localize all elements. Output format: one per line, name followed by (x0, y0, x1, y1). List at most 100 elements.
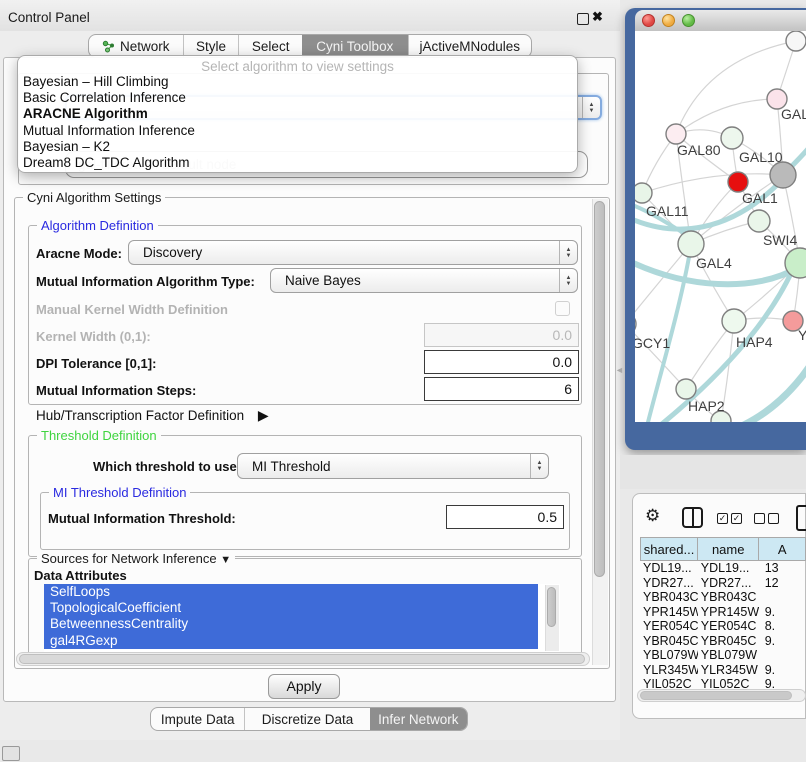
cyni-settings-legend: Cyni Algorithm Settings (23, 190, 165, 205)
collapsed-panel-icon[interactable] (2, 746, 20, 761)
algorithm-definition-legend: Algorithm Definition (37, 218, 158, 233)
network-node-swi4[interactable] (748, 210, 770, 232)
algorithm-option[interactable]: ARACNE Algorithm (18, 106, 577, 122)
network-graph: GALGAL80GAL10GAL1GAL11SWI4GAL4GCY1HAP4YH… (635, 31, 806, 422)
unchecked-box-icon[interactable] (768, 513, 779, 524)
zoom-traffic-light[interactable] (682, 14, 695, 27)
data-attribute-item[interactable]: TopologicalCoefficient (44, 600, 538, 616)
control-panel-window: Control Panel ✖ NetworkStyleSelectCyni T… (0, 0, 620, 740)
aracne-mode-combo[interactable]: Discovery ▲▼ (128, 240, 578, 265)
sources-legend[interactable]: Sources for Network Inference ▼ (37, 551, 235, 566)
combo-stepper-icon: ▲▼ (530, 454, 548, 478)
network-window-titlebar[interactable] (635, 10, 806, 31)
tab-label: Style (196, 39, 226, 54)
tab-cyni-toolbox[interactable]: Cyni Toolbox (302, 35, 408, 57)
table-cell: 9. (759, 663, 806, 678)
algorithm-option[interactable]: Basic Correlation Inference (18, 90, 577, 106)
data-attribute-item[interactable]: BetweennessCentrality (44, 616, 538, 632)
table-row[interactable]: YLR345WYLR345W9. (640, 663, 806, 678)
mi-threshold-field[interactable]: 0.5 (446, 505, 564, 529)
node-label: HAP4 (736, 334, 773, 350)
dpi-tolerance-field[interactable]: 0.0 (424, 350, 579, 374)
network-node-gal10[interactable] (721, 127, 743, 149)
algorithm-option[interactable]: Dream8 DC_TDC Algorithm (18, 155, 577, 171)
table-cell: YLR345W (640, 663, 698, 678)
table-row[interactable]: YBR043CYBR043C (640, 590, 806, 605)
table-row[interactable]: YBR045CYBR045C9. (640, 634, 806, 649)
algorithm-option[interactable]: Mutual Information Inference (18, 123, 577, 139)
hub-definition-label: Hub/Transcription Factor Definition (36, 408, 244, 423)
network-node-gal11[interactable] (635, 183, 652, 203)
close-traffic-light[interactable] (642, 14, 655, 27)
gear-icon[interactable]: ⚙ (645, 506, 660, 526)
bottom-tab-impute-data[interactable]: Impute Data (151, 708, 244, 730)
manual-kernel-checkbox[interactable] (555, 301, 570, 316)
float-window-icon[interactable] (577, 13, 589, 25)
settings-scrollbar-thumb[interactable] (594, 201, 605, 577)
settings-hscrollbar-thumb[interactable] (19, 654, 585, 664)
column-header[interactable]: A (759, 537, 806, 561)
algorithm-option[interactable]: Bayesian – K2 (18, 139, 577, 155)
manual-kernel-label: Manual Kernel Width Definition (36, 302, 228, 317)
column-header[interactable]: name (698, 537, 759, 561)
table-row[interactable]: YBL079WYBL079W (640, 648, 806, 663)
algorithm-option[interactable]: Bayesian – Hill Climbing (18, 74, 577, 90)
kernel-width-field[interactable]: 0.0 (424, 323, 579, 347)
close-icon[interactable]: ✖ (592, 9, 603, 25)
which-threshold-combo[interactable]: MI Threshold ▲▼ (237, 453, 549, 479)
tab-label: Select (252, 39, 290, 54)
table-row[interactable]: YDR27...YDR27...12 (640, 576, 806, 591)
node-label: GAL10 (739, 149, 783, 165)
network-node-hap2[interactable] (676, 379, 696, 399)
node-table: shared...nameAYDL19...YDL19...13YDR27...… (640, 537, 806, 692)
apply-button[interactable]: Apply (268, 674, 340, 699)
unchecked-box-icon[interactable] (754, 513, 765, 524)
network-node-gal80[interactable] (666, 124, 686, 144)
sources-legend-text: Sources for Network Inference (41, 551, 217, 566)
tab-style[interactable]: Style (183, 35, 239, 57)
tab-network[interactable]: Network (89, 35, 183, 57)
network-canvas[interactable]: GALGAL80GAL10GAL1GAL11SWI4GAL4GCY1HAP4YH… (635, 31, 806, 422)
minimize-traffic-light[interactable] (662, 14, 675, 27)
hub-definition-toggle[interactable]: Hub/Transcription Factor Definition ▶ (36, 407, 269, 424)
table-cell: 9. (759, 605, 806, 620)
data-attribute-item[interactable]: gal4RGexp (44, 633, 538, 649)
which-threshold-value: MI Threshold (238, 459, 530, 474)
table-hscrollbar-thumb[interactable] (640, 691, 792, 700)
bottom-tab-discretize-data[interactable]: Discretize Data (244, 708, 369, 730)
data-attribute-item[interactable]: SelfLoops (44, 584, 538, 600)
network-node-gal4[interactable] (678, 231, 704, 257)
which-threshold-label: Which threshold to use: (93, 459, 241, 474)
tab-select[interactable]: Select (238, 35, 302, 57)
node-label: GCY1 (635, 335, 670, 351)
mi-steps-field[interactable]: 6 (424, 377, 579, 401)
network-node-hap4[interactable] (722, 309, 746, 333)
algorithm-dropdown-popup: Select algorithm to view settings Bayesi… (17, 55, 578, 173)
node-label: Y (798, 327, 806, 343)
columns-icon[interactable] (682, 507, 703, 528)
table-row[interactable]: YPR145WYPR145W9. (640, 605, 806, 620)
table-cell: 9. (759, 634, 806, 649)
checked-box-icon[interactable]: ✓ (731, 513, 742, 524)
network-node[interactable] (770, 162, 796, 188)
page-icon[interactable] (796, 505, 806, 531)
network-icon (102, 40, 115, 53)
splitter-arrow-icon[interactable]: ◄ (615, 365, 624, 375)
table-row[interactable]: YER054CYER054C8. (640, 619, 806, 634)
table-cell: YBR043C (698, 590, 759, 605)
tab-jactivemnodules[interactable]: jActiveMNodules (408, 35, 531, 57)
combo-stepper-icon: ▲▼ (559, 241, 577, 264)
mi-type-combo[interactable]: Naive Bayes ▲▼ (270, 268, 578, 293)
table-row[interactable]: YDL19...YDL19...13 (640, 561, 806, 576)
checked-box-icon[interactable]: ✓ (717, 513, 728, 524)
node-label: GAL4 (696, 255, 732, 271)
column-header[interactable]: shared... (640, 537, 698, 561)
bottom-tab-infer-network[interactable]: Infer Network (370, 708, 467, 730)
screen: Control Panel ✖ NetworkStyleSelectCyni T… (0, 0, 806, 762)
network-node-gcy1[interactable] (635, 313, 636, 335)
node-label: GAL (781, 106, 806, 122)
network-node[interactable] (786, 31, 806, 51)
attributes-scrollbar-thumb[interactable] (547, 587, 556, 627)
mi-threshold-label: Mutual Information Threshold: (48, 511, 236, 526)
network-node-gal1[interactable] (728, 172, 748, 192)
